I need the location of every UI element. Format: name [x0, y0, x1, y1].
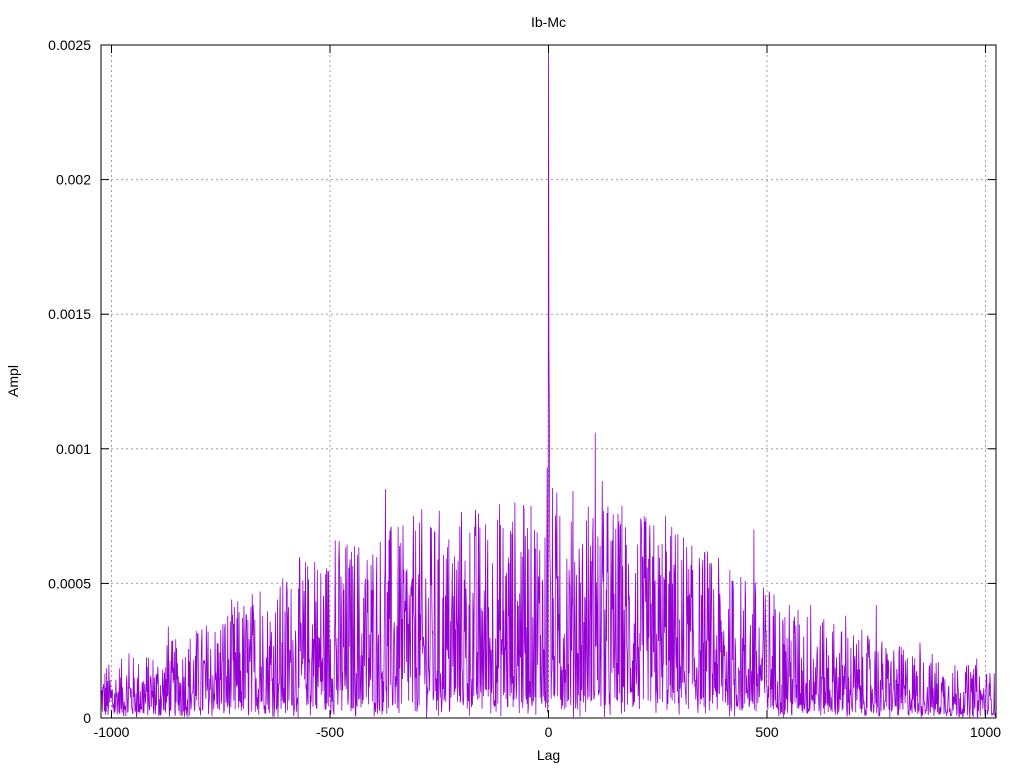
y-axis-label: Ampl [5, 365, 21, 397]
x-tick-label: 500 [755, 724, 779, 740]
x-axis-label: Lag [537, 747, 560, 763]
y-tick-label: 0 [83, 710, 91, 726]
y-tick-label: 0.0005 [48, 575, 91, 591]
y-tick-label: 0.002 [56, 172, 91, 188]
series-ampl [100, 44, 997, 718]
x-tick-label: 0 [545, 724, 553, 740]
chart: Ib-Mc Lag Ampl -1000 -500 0 500 1000 0 0.0005 0… [5, 14, 1001, 763]
x-tick-label: 1000 [970, 724, 1001, 740]
x-tick-label: -500 [316, 724, 344, 740]
series-line [100, 44, 997, 718]
chart-title: Ib-Mc [531, 14, 566, 30]
y-tick-label: 0.001 [56, 441, 91, 457]
y-tick-label: 0.0025 [48, 37, 91, 53]
x-tick-label: -1000 [94, 724, 130, 740]
y-tick-label: 0.0015 [48, 306, 91, 322]
